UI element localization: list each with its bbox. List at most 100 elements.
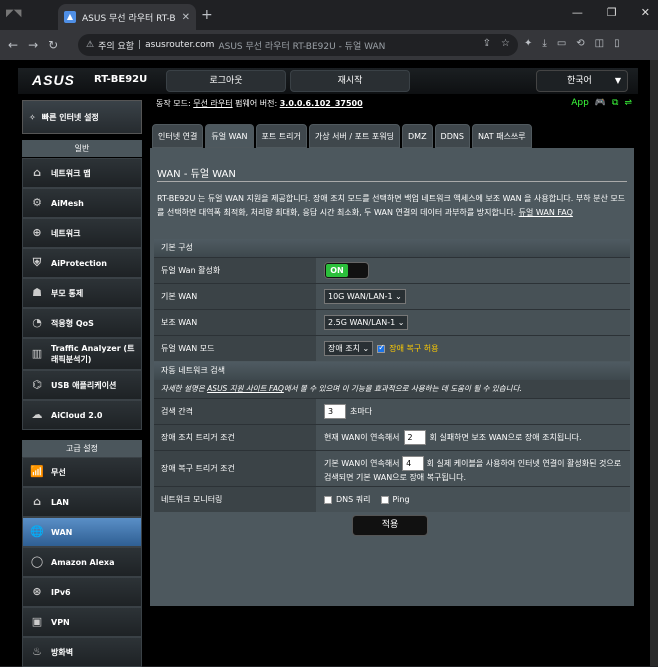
language-select[interactable]: 한국어 ▼ [536, 70, 628, 92]
secondary-wan-select[interactable]: 2.5G WAN/LAN-1 ⌄ [324, 315, 409, 330]
interval-input[interactable]: 3 [324, 404, 346, 419]
firmware-version-link[interactable]: 3.0.0.6.102_37500 [280, 99, 363, 108]
sidebar-item-label: AiCloud 2.0 [51, 410, 103, 420]
sidebar-item-aimesh[interactable]: ⚙ AiMesh [22, 188, 142, 218]
tab-dual-wan[interactable]: 듀얼 WAN [205, 124, 254, 148]
tab-port-trigger[interactable]: 포트 트리거 [255, 124, 307, 148]
page-title: WAN - 듀얼 WAN [157, 169, 236, 180]
browser-menu-icon[interactable]: ◤◥ [6, 8, 46, 22]
sidebar-item-network[interactable]: ⊕ 네트워크 [22, 218, 142, 248]
sidebar-item-network-map[interactable]: ⌂ 네트워크 맵 [22, 158, 142, 188]
reboot-button[interactable]: 재시작 [290, 70, 410, 92]
network-icon: ⊕ [32, 226, 42, 239]
sidebar-item-vpn[interactable]: ▣ VPN [22, 607, 142, 637]
divider [157, 181, 627, 182]
sidebar: ✧ 빠른 인터넷 설정 일반 ⌂ 네트워크 맵 ⚙ AiMesh ⊕ 네트워크 ⛨ AiP… [22, 100, 142, 667]
back-icon[interactable]: ← [8, 38, 18, 52]
primary-wan-select[interactable]: 10G WAN/LAN-1 ⌄ [324, 289, 406, 304]
close-window-button[interactable]: ✕ [641, 6, 650, 19]
failback-checkbox[interactable] [377, 343, 386, 353]
interval-row: 검색 간격 3 초마다 [154, 398, 630, 424]
sidebar-item-label: 무선 [51, 467, 66, 477]
sidebar-item-label: VPN [51, 617, 70, 627]
sidebar-item-aicloud[interactable]: ☁ AiCloud 2.0 [22, 400, 142, 430]
apply-button[interactable]: 적용 [352, 515, 428, 536]
sidebar-item-traffic-analyzer[interactable]: ▥ Traffic Analyzer (트래픽분석기) [22, 338, 142, 370]
sidebar-item-usb[interactable]: ⌬ USB 애플리케이션 [22, 370, 142, 400]
basic-config-section: 기본 구성 듀얼 Wan 활성화 ON 기본 WAN 10G WAN/LAN-1… [154, 239, 630, 361]
reload-icon[interactable]: ↻ [48, 38, 58, 52]
wan-mode-select[interactable]: 장애 조치 ⌄ [324, 341, 374, 356]
sidebar-item-label: 방화벽 [51, 647, 74, 657]
copy-icon[interactable]: ⧉ [612, 98, 618, 108]
ping-checkbox[interactable] [380, 495, 389, 504]
gamepad-icon[interactable]: 🎮 [595, 98, 606, 108]
sidebar-item-aiprotection[interactable]: ⛨ AiProtection [22, 248, 142, 278]
tab-nat-passthrough[interactable]: NAT 패스쓰루 [471, 124, 532, 148]
sidebar-item-parental[interactable]: ☗ 부모 통제 [22, 278, 142, 308]
monitor-label: 네트워크 모니터링 [161, 495, 223, 504]
history-icon[interactable]: ⟲ [576, 38, 584, 49]
interval-label: 검색 간격 [161, 407, 193, 416]
forward-icon[interactable]: → [28, 38, 38, 52]
app-label[interactable]: App [571, 98, 589, 108]
logout-button[interactable]: 로그아웃 [166, 70, 286, 92]
maximize-button[interactable]: ❐ [607, 6, 617, 19]
extensions-icon[interactable]: ✦ [524, 38, 532, 49]
sidebar-item-label: 네트워크 [51, 228, 81, 238]
secondary-wan-value: 2.5G WAN/LAN-1 [328, 318, 396, 327]
dual-wan-faq-link[interactable]: 듀얼 WAN FAQ [519, 208, 573, 217]
failover-label: 장애 조치 트리거 조건 [161, 433, 235, 442]
sidebar-item-label: USB 애플리케이션 [51, 380, 117, 390]
dns-query-checkbox[interactable] [324, 495, 332, 504]
primary-wan-value: 10G WAN/LAN-1 [328, 292, 393, 301]
sidebar-item-firewall[interactable]: ♨ 방화벽 [22, 637, 142, 667]
monitor-row: 네트워크 모니터링 DNS 쿼리 Ping [154, 486, 630, 512]
security-warning[interactable]: 주의 요함 [98, 39, 134, 52]
share-icon[interactable]: ⇪ [483, 38, 491, 49]
sidebar-item-alexa[interactable]: ◯ Amazon Alexa [22, 547, 142, 577]
download-icon[interactable]: ⤓ [542, 38, 546, 49]
url-field[interactable]: ⚠ 주의 요함 | asusrouter.com ASUS 무선 라우터 RT-… [78, 34, 518, 56]
tab-dmz[interactable]: DMZ [402, 124, 433, 148]
close-tab-icon[interactable]: ✕ [182, 12, 190, 23]
basic-config-header: 기본 구성 [154, 239, 630, 257]
network-map-icon: ⌂ [33, 166, 41, 179]
primary-wan-row: 기본 WAN 10G WAN/LAN-1 ⌄ [154, 283, 630, 309]
tab-ddns[interactable]: DDNS [434, 124, 470, 148]
sidepanel-icon[interactable]: ▯ [614, 38, 620, 49]
failback-cond-label: 장애 복구 트리거 조건 [161, 464, 235, 473]
content-panel: WAN - 듀얼 WAN RT-BE92U 는 듀얼 WAN 지원을 제공합니다… [150, 148, 634, 606]
description: RT-BE92U 는 듀얼 WAN 지원을 제공합니다. 장애 조치 모드를 선… [157, 192, 627, 220]
failback-input[interactable]: 4 [402, 456, 425, 471]
sidebar-item-label: Amazon Alexa [51, 557, 115, 567]
usb-status-icon[interactable]: ⇌ [624, 98, 632, 108]
interval-unit: 초마다 [350, 407, 373, 416]
reading-list-icon[interactable]: ◫ [595, 38, 604, 49]
sidebar-item-ipv6[interactable]: ⊛ IPv6 [22, 577, 142, 607]
dual-wan-toggle[interactable]: ON [324, 262, 369, 279]
star-icon[interactable]: ☆ [501, 38, 510, 49]
operation-mode-link[interactable]: 무선 라우터 [193, 99, 232, 108]
scrollbar[interactable] [650, 60, 658, 666]
auto-detect-section: 자동 네트워크 검색 자세한 설명은 ASUS 지원 사이트 FAQ에서 볼 수… [154, 362, 630, 512]
browser-tab[interactable]: ▲ ASUS 무선 라우터 RT-BE92U ✕ [58, 4, 196, 30]
sidebar-item-wan[interactable]: 🌐 WAN [22, 517, 142, 547]
sidebar-item-lan[interactable]: ⌂ LAN [22, 487, 142, 517]
tab-internet-connection[interactable]: 인터넷 연결 [152, 124, 204, 148]
firmware-label: 펌웨어 버전: [235, 99, 278, 108]
chevron-down-icon: ▼ [614, 76, 621, 85]
asus-faq-link[interactable]: ASUS 지원 사이트 FAQ [207, 384, 284, 393]
failover-input[interactable]: 2 [403, 430, 426, 445]
sidebar-item-label: AiProtection [51, 258, 107, 268]
minimize-button[interactable]: — [572, 6, 583, 19]
sidebar-item-qos[interactable]: ◔ 적응형 QoS [22, 308, 142, 338]
sidebar-item-wireless[interactable]: 📶 무선 [22, 457, 142, 487]
quick-setup-button[interactable]: ✧ 빠른 인터넷 설정 [22, 100, 142, 134]
cast-icon[interactable]: ▭ [557, 38, 566, 49]
url-host: asusrouter.com [145, 40, 215, 50]
ping-label: Ping [392, 495, 410, 504]
wan-mode-label: 듀얼 WAN 모드 [161, 344, 215, 353]
tab-virtual-server[interactable]: 가상 서버 / 포트 포워딩 [308, 124, 400, 148]
new-tab-button[interactable]: + [201, 7, 213, 23]
